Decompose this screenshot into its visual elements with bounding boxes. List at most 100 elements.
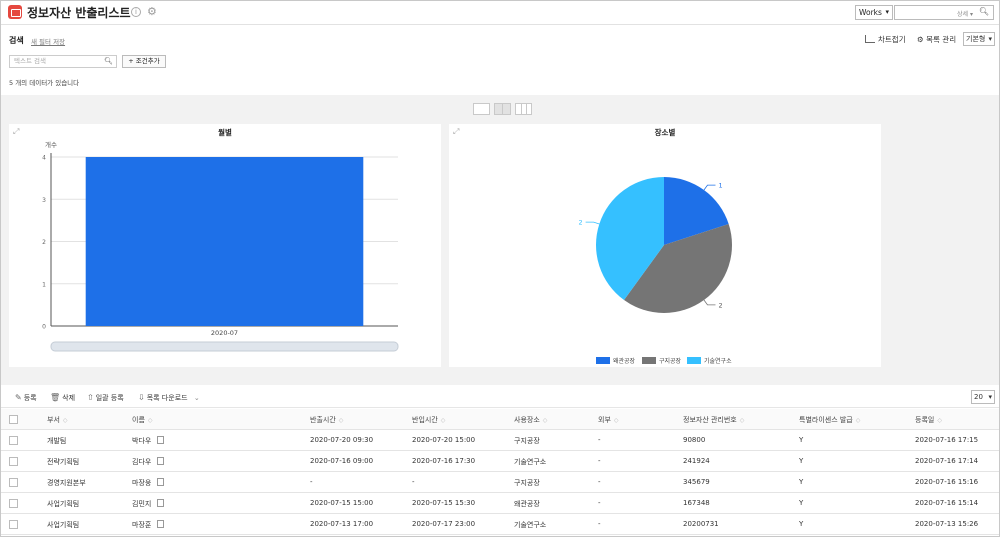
- table-row[interactable]: 사업기획팀 마장훈 2020-07-13 17:00 2020-07-17 23:00…: [1, 514, 999, 535]
- add-condition-button[interactable]: + 조건추가: [122, 55, 166, 68]
- sort-icon[interactable]: ◇: [740, 417, 745, 424]
- document-icon[interactable]: [157, 436, 165, 444]
- detail-search-link[interactable]: 상세 ▾: [957, 9, 973, 18]
- table-row[interactable]: 경영지원본부 마장웅 - - 구지공장 - 345679 Y 2020-07-16 15:16: [1, 472, 999, 493]
- delete-button[interactable]: 🗑︎ 삭제: [50, 393, 75, 403]
- bulk-register-button[interactable]: ⇧ 일괄 등록: [87, 393, 124, 403]
- table-cell-text: 기술연구소: [514, 521, 547, 529]
- row-checkbox[interactable]: [9, 457, 18, 466]
- column-header[interactable]: 반입시간 ◇: [412, 415, 445, 425]
- row-checkbox[interactable]: [9, 499, 18, 508]
- chart-icon: [865, 35, 875, 43]
- table-cell: 2020-07-13 15:26: [915, 520, 978, 528]
- sort-icon[interactable]: ◇: [856, 417, 861, 424]
- table-cell-text: 사업기획팀: [47, 500, 80, 508]
- table-cell[interactable]: 김다우: [132, 457, 165, 467]
- save-filter-link[interactable]: 새 필터 저장: [31, 36, 65, 46]
- table-cell-text: 개발팀: [47, 437, 67, 445]
- table-cell-text: -: [598, 499, 601, 507]
- column-header-label: 이름: [132, 416, 145, 424]
- chevron-down-icon: ▾: [885, 8, 889, 16]
- document-icon[interactable]: [157, 478, 165, 486]
- global-search-input[interactable]: 상세 ▾ 🔍︎: [894, 5, 994, 20]
- sort-icon[interactable]: ◇: [339, 417, 344, 424]
- search-icon[interactable]: 🔍︎: [104, 56, 113, 67]
- gear-icon[interactable]: ⚙: [147, 5, 157, 18]
- document-icon[interactable]: [157, 499, 165, 507]
- table-header-row: 부서 ◇ 이름 ◇ 반출시간 ◇ 반입시간 ◇ 사용장소 ◇ 외부 ◇ 정보자산 관리번호 ◇ 특별라이센스…: [1, 409, 999, 430]
- sort-icon[interactable]: ◇: [614, 417, 619, 424]
- column-header[interactable]: 외부 ◇: [598, 415, 619, 425]
- table-cell: 2020-07-16 17:30: [412, 457, 475, 465]
- table-cell: -: [412, 478, 415, 486]
- table-cell: 기술연구소: [514, 520, 546, 530]
- legend-swatch: [642, 357, 656, 364]
- info-icon[interactable]: i: [131, 7, 141, 17]
- table-row[interactable]: 전략기획팀 김다우 2020-07-16 09:00 2020-07-16 17:30…: [1, 451, 999, 472]
- plus-icon: +: [128, 57, 136, 65]
- table-cell: 경영지원본부: [47, 478, 86, 488]
- bar-chart: 0 1 2 3 4 개수 2020-07: [42, 140, 399, 352]
- rows-per-page-select[interactable]: 20 ▾: [971, 390, 995, 404]
- row-checkbox[interactable]: [9, 436, 18, 445]
- document-icon[interactable]: [157, 457, 165, 465]
- add-condition-label: 조건추가: [135, 57, 160, 65]
- column-header[interactable]: 반출시간 ◇: [310, 415, 343, 425]
- table-cell[interactable]: 박다우: [132, 436, 165, 446]
- view-type-select[interactable]: 기본형 ▾: [963, 32, 995, 46]
- table-row[interactable]: 개발팀 박다우 2020-07-20 09:30 2020-07-20 15:00 구지…: [1, 430, 999, 451]
- chart-scrollbar[interactable]: [50, 341, 399, 352]
- table-cell-text: 20200731: [683, 520, 719, 528]
- table-cell: 241924: [683, 457, 710, 465]
- bulk-register-label: 일괄 등록: [95, 394, 124, 402]
- download-list-button[interactable]: ⇩ 목록 다운로드 ⌄: [138, 393, 200, 403]
- chart-collapse-button[interactable]: 차트접기: [865, 34, 906, 45]
- sort-icon[interactable]: ◇: [148, 417, 153, 424]
- table-cell: -: [598, 520, 601, 528]
- document-icon[interactable]: [157, 520, 165, 528]
- table-cell[interactable]: 마장훈: [132, 520, 165, 530]
- column-header[interactable]: 정보자산 관리번호 ◇: [683, 415, 744, 425]
- sort-icon[interactable]: ◇: [441, 417, 446, 424]
- search-icon[interactable]: 🔍︎: [979, 7, 989, 16]
- table-cell: 2020-07-16 09:00: [310, 457, 373, 465]
- layout-three-column-button[interactable]: [515, 103, 532, 115]
- sort-icon[interactable]: ◇: [937, 417, 942, 424]
- table-cell-text: Y: [799, 436, 804, 444]
- table-cell[interactable]: 마장웅: [132, 478, 165, 488]
- table-cell: Y: [799, 457, 803, 465]
- layout-one-column-button[interactable]: [473, 103, 490, 115]
- scope-select[interactable]: Works ▾: [855, 5, 893, 20]
- row-checkbox[interactable]: [9, 520, 18, 529]
- pie-leader-line: [703, 299, 716, 306]
- register-button[interactable]: ✎ 등록: [15, 393, 37, 403]
- sort-icon[interactable]: ◇: [63, 417, 68, 424]
- sort-icon[interactable]: ◇: [543, 417, 548, 424]
- chart-area: ⤢ 월별 0 1 2 3 4 개수 2020-07 ⤢ 장소별 1 2 2 왜관공장 구지공장 기술연…: [1, 95, 999, 385]
- layout-two-column-button[interactable]: [494, 103, 511, 115]
- table-cell: 기술연구소: [514, 457, 546, 467]
- table-cell: 345679: [683, 478, 710, 486]
- column-header[interactable]: 등록일 ◇: [915, 415, 942, 425]
- list-manage-button[interactable]: ⚙ 목록 관리: [917, 34, 956, 45]
- table-cell[interactable]: 김민지: [132, 499, 165, 509]
- column-header[interactable]: 이름 ◇: [132, 415, 153, 425]
- table-cell-text: 2020-07-20 09:30: [310, 436, 374, 444]
- row-checkbox[interactable]: [9, 478, 18, 487]
- text-search-input[interactable]: 텍스트 검색 🔍︎: [9, 55, 117, 68]
- legend-swatch: [687, 357, 701, 364]
- table-cell: 개발팀: [47, 436, 66, 446]
- table-cell-text: 박다우: [132, 437, 152, 445]
- table-cell-text: 2020-07-16 17:15: [915, 436, 979, 444]
- pie-chart-panel: ⤢ 장소별 1 2 2 왜관공장 구지공장 기술연구소: [449, 124, 881, 367]
- table-cell: 90800: [683, 436, 705, 444]
- legend-label: 왜관공장: [613, 357, 636, 365]
- table-cell: -: [310, 478, 313, 486]
- column-header[interactable]: 특별라이센스 발급 ◇: [799, 415, 860, 425]
- column-header[interactable]: 부서 ◇: [47, 415, 68, 425]
- column-header[interactable]: 사용장소 ◇: [514, 415, 547, 425]
- table-row[interactable]: 사업기획팀 김민지 2020-07-15 15:00 2020-07-15 15:30…: [1, 493, 999, 514]
- table-cell-text: -: [598, 520, 601, 528]
- select-all-checkbox[interactable]: [9, 415, 18, 424]
- bar-chart-panel: ⤢ 월별 0 1 2 3 4 개수 2020-07: [9, 124, 441, 367]
